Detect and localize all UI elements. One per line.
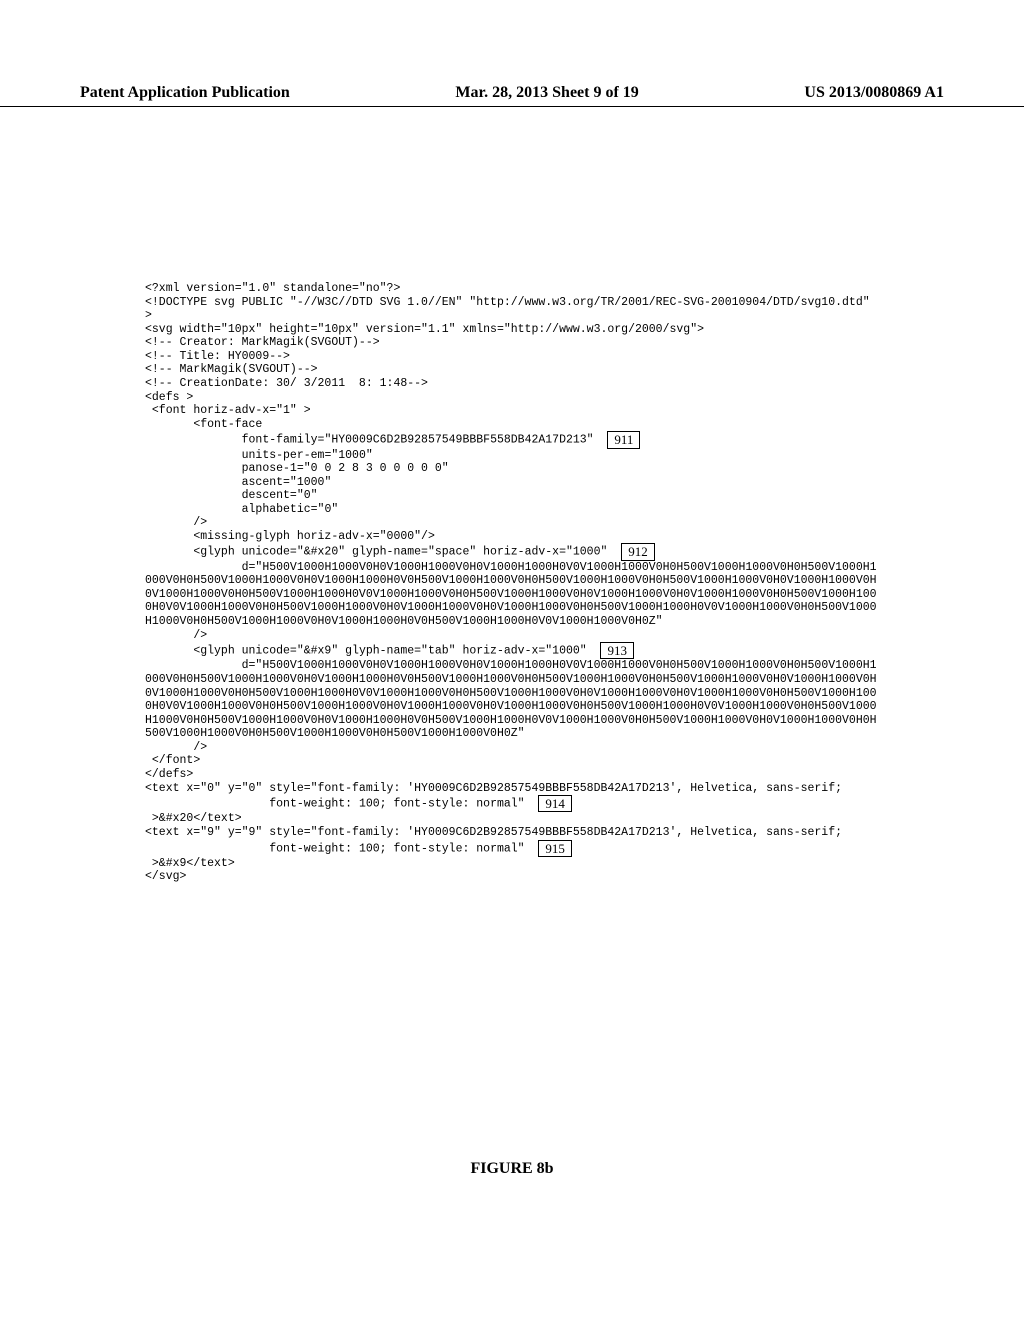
code-line: <font horiz-adv-x="1" >	[145, 404, 311, 417]
code-line: />	[145, 741, 207, 754]
code-line: font-family="HY0009C6D2B92857549BBBF558D…	[145, 434, 607, 447]
code-line: panose-1="0 0 2 8 3 0 0 0 0 0"	[145, 462, 449, 475]
code-line: d="H500V1000H1000V0H0V1000H1000V0H0V1000…	[145, 561, 877, 628]
code-line: <!DOCTYPE svg PUBLIC "-//W3C//DTD SVG 1.…	[145, 296, 877, 323]
code-line: font-weight: 100; font-style: normal"	[145, 798, 538, 811]
code-line: <missing-glyph horiz-adv-x="0000"/>	[145, 530, 435, 543]
code-line: ascent="1000"	[145, 476, 331, 489]
code-line: descent="0"	[145, 489, 318, 502]
code-line: <!-- Creator: MarkMagik(SVGOUT)-->	[145, 336, 380, 349]
code-line: </svg>	[145, 870, 186, 883]
header-right: US 2013/0080869 A1	[804, 84, 944, 102]
code-line: <text x="0" y="0" style="font-family: 'H…	[145, 782, 842, 795]
code-line: <font-face	[145, 418, 262, 431]
header-center: Mar. 28, 2013 Sheet 9 of 19	[455, 84, 638, 102]
code-line: d="H500V1000H1000V0H0V1000H1000V0H0V1000…	[145, 659, 877, 740]
page-header: Patent Application Publication Mar. 28, …	[0, 84, 1024, 107]
callout-912: 912	[621, 543, 655, 560]
code-line: font-weight: 100; font-style: normal"	[145, 842, 538, 855]
code-line: <!-- Title: HY0009-->	[145, 350, 290, 363]
code-line: <?xml version="1.0" standalone="no"?>	[145, 282, 400, 295]
code-line: </font>	[145, 754, 200, 767]
code-line: />	[145, 629, 207, 642]
callout-913: 913	[600, 642, 634, 659]
code-line: <!-- MarkMagik(SVGOUT)-->	[145, 363, 318, 376]
code-line: <glyph unicode="&#x20" glyph-name="space…	[145, 546, 621, 559]
svg-code-listing: <?xml version="1.0" standalone="no"?> <!…	[145, 282, 879, 884]
figure-caption: FIGURE 8b	[0, 1160, 1024, 1178]
callout-911: 911	[607, 431, 640, 448]
code-line: >&#x9</text>	[145, 857, 235, 870]
code-line: <svg width="10px" height="10px" version=…	[145, 323, 704, 336]
code-line: <!-- CreationDate: 30/ 3/2011 8: 1:48-->	[145, 377, 428, 390]
code-line: units-per-em="1000"	[145, 449, 373, 462]
code-line: <defs >	[145, 391, 193, 404]
code-line: alphabetic="0"	[145, 503, 338, 516]
code-line: />	[145, 516, 207, 529]
callout-915: 915	[538, 840, 572, 857]
code-line: <text x="9" y="9" style="font-family: 'H…	[145, 826, 842, 839]
header-left: Patent Application Publication	[80, 84, 290, 102]
callout-914: 914	[538, 795, 572, 812]
code-line: <glyph unicode="&#x9" glyph-name="tab" h…	[145, 645, 600, 658]
code-line: </defs>	[145, 768, 193, 781]
code-line: >&#x20</text>	[145, 812, 242, 825]
